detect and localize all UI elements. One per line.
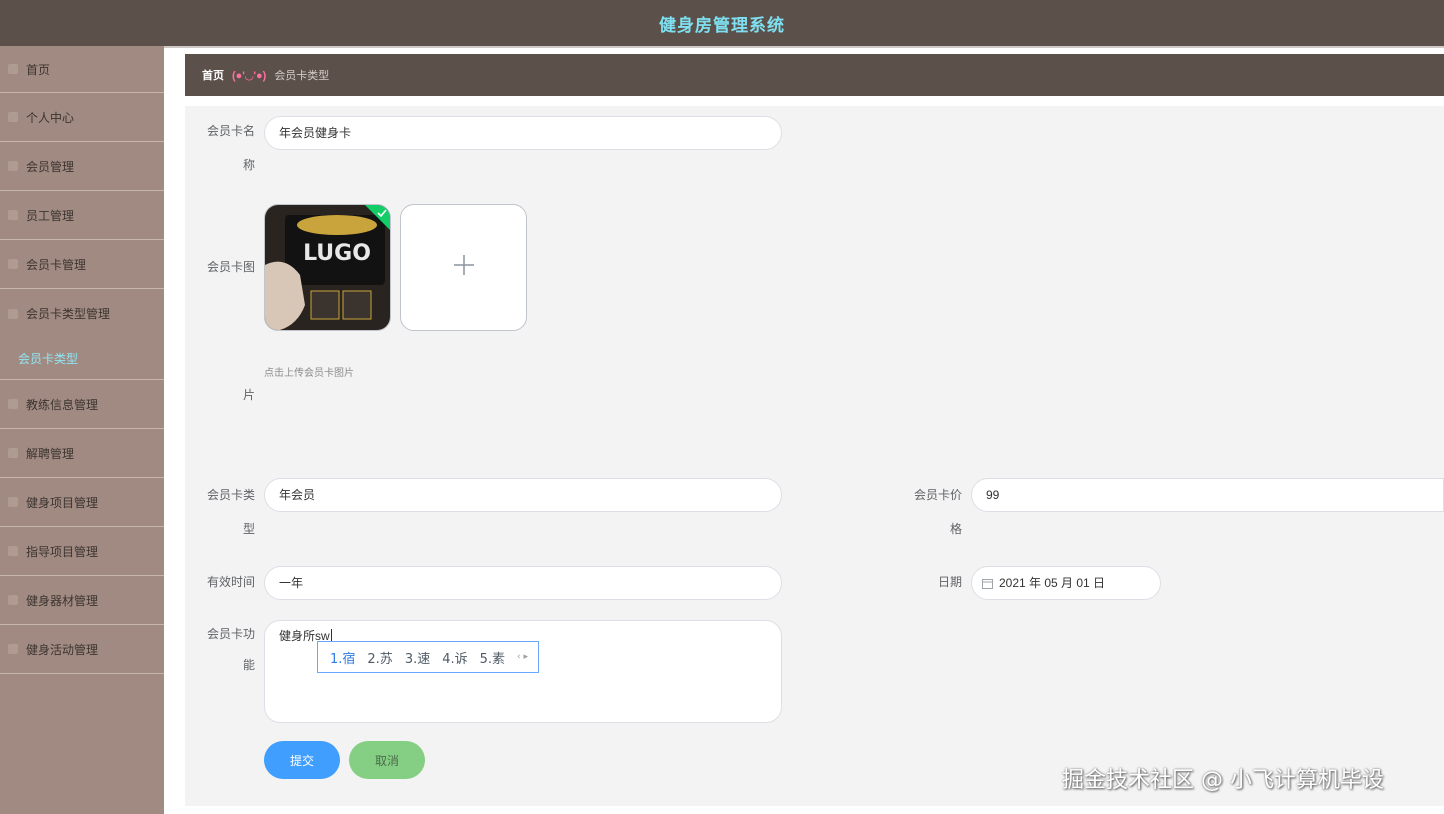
ime-candidate[interactable]: 1.宿 xyxy=(330,648,355,667)
form-panel: 会员卡名 称 年会员健身卡 会员卡图 LUGO 点击上传会员卡图片 片 会员卡类… xyxy=(185,106,1444,806)
menu-icon xyxy=(8,448,18,458)
card-type-label-wrap: 型 xyxy=(242,522,255,536)
menu-icon xyxy=(8,259,18,269)
valid-time-label: 有效时间 xyxy=(206,575,255,589)
sidebar-item-guidance-projects[interactable]: 指导项目管理 xyxy=(0,527,164,576)
ime-candidate[interactable]: 5.素 xyxy=(480,648,505,667)
sidebar-item-dismissal[interactable]: 解聘管理 xyxy=(0,429,164,478)
upload-image-button[interactable] xyxy=(400,204,527,331)
chevron-right-icon[interactable]: ‹ ▸ xyxy=(517,652,528,662)
card-price-input[interactable]: 99 xyxy=(971,478,1444,512)
sidebar-item-staff[interactable]: 员工管理 xyxy=(0,191,164,240)
sidebar-item-label: 会员管理 xyxy=(26,159,75,174)
card-price-label-wrap: 格 xyxy=(949,522,962,536)
sidebar-item-members[interactable]: 会员管理 xyxy=(0,142,164,191)
card-name-label-wrap: 称 xyxy=(242,158,255,172)
menu-icon xyxy=(8,210,18,220)
sidebar-item-fitness-projects[interactable]: 健身项目管理 xyxy=(0,478,164,527)
cancel-button[interactable]: 取消 xyxy=(349,741,425,779)
sidebar-item-label: 会员卡类型 xyxy=(18,352,79,366)
date-label: 日期 xyxy=(937,575,962,589)
card-price-label: 会员卡价 xyxy=(913,488,962,502)
sidebar-item-equipment[interactable]: 健身器材管理 xyxy=(0,576,164,625)
main-content: 首页 (●'◡'●) 会员卡类型 会员卡名 称 年会员健身卡 会员卡图 LUGO xyxy=(164,48,1444,814)
sidebar-item-home[interactable]: 首页 xyxy=(0,46,164,93)
sidebar-item-card-types[interactable]: 会员卡类型管理 xyxy=(0,289,164,338)
sidebar-item-label: 会员卡管理 xyxy=(26,257,87,272)
card-function-label-wrap: 能 xyxy=(242,658,255,672)
date-picker[interactable]: 2021 年 05 月 01 日 xyxy=(971,566,1161,600)
card-name-label: 会员卡名 xyxy=(206,124,255,138)
sidebar-item-label: 指导项目管理 xyxy=(26,544,99,559)
ime-candidate[interactable]: 3.速 xyxy=(405,648,430,667)
top-header: 健身房管理系统 xyxy=(0,0,1444,46)
sidebar-subitem-card-type[interactable]: 会员卡类型 xyxy=(0,338,164,380)
watermark: 掘金技术社区 @ 小飞计算机毕设 xyxy=(1062,768,1384,793)
sidebar-item-label: 解聘管理 xyxy=(26,446,75,461)
menu-icon xyxy=(8,546,18,556)
sidebar-item-activities[interactable]: 健身活动管理 xyxy=(0,625,164,674)
menu-icon xyxy=(8,308,18,319)
sidebar: 首页 个人中心 会员管理 员工管理 会员卡管理 会员卡类型管理 会员卡类型 教练… xyxy=(0,46,164,814)
breadcrumb-separator: (●'◡'●) xyxy=(232,69,267,82)
menu-icon xyxy=(8,161,18,171)
menu-icon xyxy=(8,644,18,654)
sidebar-item-label: 健身活动管理 xyxy=(26,642,99,657)
card-type-input[interactable]: 年会员 xyxy=(264,478,782,512)
card-name-input[interactable]: 年会员健身卡 xyxy=(264,116,782,150)
card-image: LUGO xyxy=(265,205,390,330)
sidebar-item-label: 教练信息管理 xyxy=(26,397,99,412)
sidebar-item-label: 个人中心 xyxy=(26,110,75,125)
calendar-icon xyxy=(982,578,993,589)
sidebar-item-coaches[interactable]: 教练信息管理 xyxy=(0,380,164,429)
app-title: 健身房管理系统 xyxy=(659,15,785,35)
breadcrumb: 首页 (●'◡'●) 会员卡类型 xyxy=(185,54,1444,96)
card-function-label: 会员卡功 xyxy=(206,627,255,641)
submit-button[interactable]: 提交 xyxy=(264,741,340,779)
breadcrumb-current: 会员卡类型 xyxy=(274,70,330,82)
ime-candidate-bar: 1.宿 2.苏 3.速 4.诉 5.素 ‹ ▸ xyxy=(317,641,539,673)
menu-icon xyxy=(8,64,18,74)
card-image-label-wrap: 片 xyxy=(242,388,255,402)
card-image-thumbnail[interactable]: LUGO xyxy=(264,204,391,331)
card-image-label: 会员卡图 xyxy=(206,260,255,274)
sidebar-item-label: 健身器材管理 xyxy=(26,593,99,608)
sidebar-item-cards[interactable]: 会员卡管理 xyxy=(0,240,164,289)
sidebar-item-label: 员工管理 xyxy=(26,208,75,223)
card-type-label: 会员卡类 xyxy=(206,488,255,502)
date-value: 2021 年 05 月 01 日 xyxy=(999,576,1106,590)
plus-icon xyxy=(453,254,475,281)
sidebar-item-label: 会员卡类型管理 xyxy=(26,307,111,321)
ime-candidate[interactable]: 2.苏 xyxy=(367,648,392,667)
menu-icon xyxy=(8,399,18,409)
menu-icon xyxy=(8,497,18,507)
sidebar-item-label: 首页 xyxy=(26,62,51,77)
sidebar-item-profile[interactable]: 个人中心 xyxy=(0,93,164,142)
menu-icon xyxy=(8,112,18,122)
valid-time-input[interactable]: 一年 xyxy=(264,566,782,600)
menu-icon xyxy=(8,595,18,605)
sidebar-item-label: 健身项目管理 xyxy=(26,495,99,510)
card-logo-text: LUGO xyxy=(303,241,371,266)
upload-tip: 点击上传会员卡图片 xyxy=(264,368,354,379)
ime-candidate[interactable]: 4.诉 xyxy=(442,648,467,667)
breadcrumb-home[interactable]: 首页 xyxy=(202,67,224,83)
